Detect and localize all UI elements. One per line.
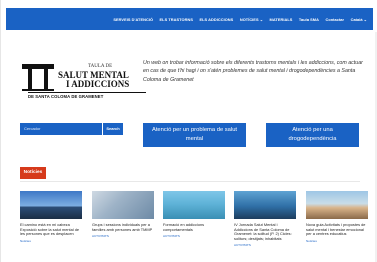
news-category[interactable]: Notícies (20, 239, 82, 243)
logo-title-line2: I ADDICCIONS (66, 79, 130, 89)
news-card[interactable]: Formació en addiccions comportamentals A… (163, 191, 225, 238)
news-category[interactable]: ACTIVITATS (234, 243, 296, 247)
news-thumbnail[interactable] (92, 191, 154, 219)
news-thumbnail[interactable] (306, 191, 368, 219)
logo-divider (28, 92, 146, 93)
news-card[interactable]: IV Jornada Salut Mental i Addiccions de … (234, 191, 296, 247)
news-title[interactable]: Nova guia Activitats i propostes de salu… (306, 222, 368, 237)
logo-mark-right (44, 69, 48, 91)
site-logo[interactable]: TAULA DE SALUT MENTAL I ADDICCIONS DE SA… (22, 64, 148, 104)
language-selector[interactable]: Català ⌄ (351, 17, 367, 22)
news-divider (20, 181, 360, 182)
news-card[interactable]: Nova guia Activitats i propostes de salu… (306, 191, 368, 243)
logo-mark-base (22, 89, 54, 91)
news-category[interactable]: ACTIVITATS (92, 234, 154, 238)
intro-text: Un web on trobar informació sobre els di… (143, 60, 363, 83)
nav-item-addiccions[interactable]: ELS ADDICCIONS (199, 17, 233, 22)
nav-item-materials[interactable]: MATERIALS (270, 17, 293, 22)
logo-small-text: TAULA DE (88, 64, 113, 69)
news-card[interactable]: El camino está en mi cabeza Exposició so… (20, 191, 82, 243)
nav-item-taula[interactable]: Taula SMA (299, 17, 319, 22)
news-category[interactable]: Notícies (306, 239, 368, 243)
news-thumbnail[interactable] (20, 191, 82, 219)
mental-health-help-button[interactable]: Atenció per un problema de salut mental (143, 123, 246, 147)
search-button[interactable]: Search (103, 123, 123, 135)
logo-subtitle: DE SANTA COLOMA DE GRAMENET (28, 94, 104, 99)
search-input[interactable]: Cercador (20, 123, 102, 135)
news-category[interactable]: ACTIVITATS (163, 234, 225, 238)
nav-item-noticies[interactable]: NOTÍCIES ⌄ (240, 17, 263, 22)
addiction-help-label: Atenció per una drogodependència (288, 127, 337, 142)
news-title[interactable]: Formació en addiccions comportamentals (163, 222, 225, 232)
top-navigation: SERVEIS D'ATENCIÓ ELS TRASTORNS ELS ADDI… (6, 8, 373, 30)
nav-item-contactar[interactable]: Contactar (325, 17, 344, 22)
news-thumbnail[interactable] (163, 191, 225, 219)
news-title[interactable]: Grups i sessions individuals per a famíl… (92, 222, 154, 232)
addiction-help-button[interactable]: Atenció per una drogodependència (266, 123, 359, 147)
nav-item-serveis[interactable]: SERVEIS D'ATENCIÓ (113, 17, 153, 22)
logo-mark-left (28, 69, 32, 91)
news-card[interactable]: Grups i sessions individuals per a famíl… (92, 191, 154, 238)
logo-mark-top (22, 64, 54, 69)
news-thumbnail[interactable] (234, 191, 296, 219)
news-title[interactable]: IV Jornada Salut Mental i Addiccions de … (234, 222, 296, 241)
nav-item-trastorns[interactable]: ELS TRASTORNS (160, 17, 193, 22)
mental-health-help-label: Atenció per un problema de salut mental (151, 127, 238, 142)
news-heading: Notícies (20, 167, 46, 179)
news-title[interactable]: El camino está en mi cabeza Exposició so… (20, 222, 82, 237)
